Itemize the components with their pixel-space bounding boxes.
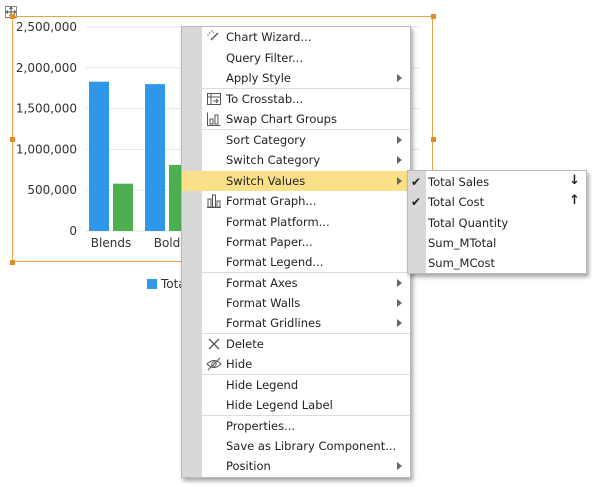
menu-item-label: Format Paper...	[226, 235, 313, 249]
submenu-arrow-icon	[397, 319, 402, 327]
crosstab-icon	[206, 91, 222, 107]
menu-item-query-filter[interactable]: Query Filter...	[182, 48, 410, 68]
menu-item-format-paper[interactable]: Format Paper...	[182, 232, 410, 252]
submenu-arrow-icon	[397, 156, 402, 164]
format-graph-icon	[206, 193, 222, 209]
menu-item-chart-wizard[interactable]: Chart Wizard...	[182, 27, 410, 47]
y-tick-label: 0	[69, 224, 77, 238]
menu-item-label: Format Gridlines	[226, 316, 322, 330]
menu-item-label: Save as Library Component...	[226, 439, 397, 453]
legend-swatch	[147, 279, 157, 289]
submenu-item-total-cost[interactable]: ✔ Total Cost ↑	[408, 192, 586, 212]
menu-item-label: Format Platform...	[226, 215, 330, 229]
submenu-item-total-sales[interactable]: ✔ Total Sales ↓	[408, 172, 586, 192]
y-tick-label: 1,500,000	[16, 102, 77, 116]
menu-item-format-axes[interactable]: Format Axes	[182, 273, 410, 293]
submenu-item-label: Total Cost	[428, 195, 485, 209]
submenu-item-label: Total Sales	[428, 175, 490, 189]
menu-item-label: Format Axes	[226, 276, 298, 290]
bar-total-cost	[113, 183, 133, 231]
menu-separator	[202, 374, 410, 375]
menu-separator	[202, 272, 410, 273]
menu-item-hide-legend-label[interactable]: Hide Legend Label	[182, 395, 410, 415]
menu-item-label: Apply Style	[226, 71, 292, 85]
menu-item-label: Format Legend...	[226, 255, 324, 269]
submenu-arrow-icon	[397, 177, 402, 185]
submenu-arrow-icon	[397, 279, 402, 287]
menu-item-label: Switch Values	[226, 174, 306, 188]
hide-icon	[206, 356, 222, 372]
menu-separator	[202, 415, 410, 416]
menu-item-save-as-library-component[interactable]: Save as Library Component...	[182, 436, 410, 456]
menu-item-to-crosstab[interactable]: To Crosstab...	[182, 89, 410, 109]
menu-item-label: Hide Legend Label	[226, 398, 333, 412]
submenu-item-label: Sum_MTotal	[428, 236, 497, 250]
submenu-arrow-icon	[397, 462, 402, 470]
menu-item-hide-legend[interactable]: Hide Legend	[182, 375, 410, 395]
menu-item-label: To Crosstab...	[226, 92, 304, 106]
switch-values-submenu: ✔ Total Sales ↓ ✔ Total Cost ↑ Total Quantity S…	[407, 170, 587, 274]
y-tick-label: 2,500,000	[16, 20, 77, 34]
submenu-arrow-icon	[397, 136, 402, 144]
menu-item-hide[interactable]: Hide	[182, 354, 410, 374]
menu-item-format-legend[interactable]: Format Legend...	[182, 252, 410, 272]
menu-item-properties[interactable]: Properties...	[182, 416, 410, 436]
swap-groups-icon	[206, 111, 222, 127]
menu-item-label: Format Walls	[226, 296, 301, 310]
checkmark-icon: ✔	[411, 175, 422, 189]
menu-item-label: Chart Wizard...	[226, 30, 312, 44]
sort-descending-icon[interactable]: ↓	[569, 173, 580, 188]
chart-wizard-icon	[206, 29, 222, 45]
menu-item-label: Switch Category	[226, 153, 321, 167]
menu-item-switch-values[interactable]: Switch Values	[182, 171, 410, 191]
menu-item-position[interactable]: Position	[182, 456, 410, 476]
submenu-item-total-quantity[interactable]: Total Quantity	[408, 213, 586, 233]
menu-item-format-gridlines[interactable]: Format Gridlines	[182, 313, 410, 333]
menu-item-label: Swap Chart Groups	[226, 112, 337, 126]
x-tick-label: Blends	[91, 236, 131, 250]
submenu-item-sum-mtotal[interactable]: Sum_MTotal	[408, 233, 586, 253]
x-tick-label: Bold	[154, 236, 181, 250]
menu-item-delete[interactable]: Delete	[182, 334, 410, 354]
bar-total-sales	[89, 81, 109, 231]
y-tick-label: 500,000	[27, 183, 77, 197]
menu-item-label: Query Filter...	[226, 51, 303, 65]
submenu-item-sum-mcost[interactable]: Sum_MCost	[408, 253, 586, 273]
y-tick-label: 1,000,000	[16, 142, 77, 156]
menu-item-switch-category[interactable]: Switch Category	[182, 150, 410, 170]
menu-separator	[202, 88, 410, 89]
menu-item-label: Format Graph...	[226, 194, 317, 208]
menu-separator	[202, 129, 410, 130]
menu-item-label: Sort Category	[226, 133, 306, 147]
checkmark-icon: ✔	[411, 195, 422, 209]
menu-item-format-platform[interactable]: Format Platform...	[182, 212, 410, 232]
menu-separator	[202, 333, 410, 334]
submenu-item-label: Sum_MCost	[428, 256, 496, 270]
menu-item-apply-style[interactable]: Apply Style	[182, 68, 410, 88]
y-tick-label: 2,000,000	[16, 61, 77, 75]
menu-item-sort-category[interactable]: Sort Category	[182, 130, 410, 150]
menu-item-format-graph[interactable]: Format Graph...	[182, 191, 410, 211]
bar-total-sales	[145, 84, 165, 232]
menu-item-label: Properties...	[226, 419, 296, 433]
submenu-arrow-icon	[397, 299, 402, 307]
sort-ascending-icon[interactable]: ↑	[569, 193, 580, 208]
menu-item-label: Hide Legend	[226, 378, 299, 392]
context-menu: Chart Wizard... Query Filter... Apply Styl…	[181, 26, 411, 478]
menu-item-label: Position	[226, 459, 271, 473]
menu-item-label: Delete	[226, 337, 264, 351]
menu-item-label: Hide	[226, 357, 253, 371]
menu-item-swap-chart-groups[interactable]: Swap Chart Groups	[182, 109, 410, 129]
submenu-item-label: Total Quantity	[428, 216, 509, 230]
menu-item-format-walls[interactable]: Format Walls	[182, 293, 410, 313]
submenu-arrow-icon	[397, 74, 402, 82]
delete-icon	[206, 336, 222, 352]
